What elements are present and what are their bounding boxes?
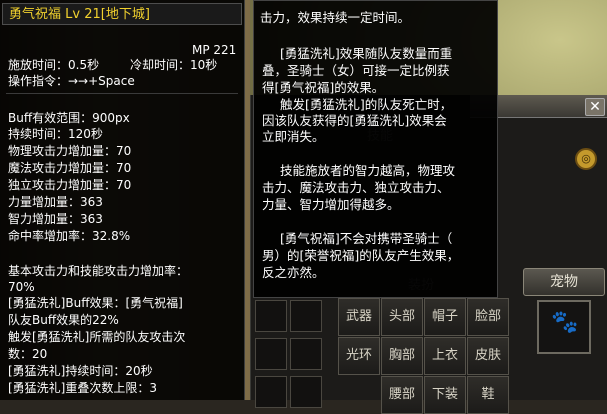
pet-slot[interactable]: 🐾 [537, 300, 591, 354]
stat-line: 智力增加量：363 [8, 212, 103, 226]
stat-line: 力量增加量：363 [8, 195, 103, 209]
extra-line: [勇猛洗礼]Buff效果：[勇气祝福] [8, 296, 183, 310]
paw-icon: 🐾 [551, 310, 579, 335]
tab-pet[interactable]: 宠物 [523, 268, 605, 296]
equip-slot[interactable] [255, 376, 287, 408]
skill-title: 勇气祝福 Lv 21[地下城] [9, 7, 150, 22]
stat-line: 独立攻击力增加量：70 [8, 178, 132, 192]
mp-cost: MP 221 [192, 43, 237, 57]
slot-face[interactable]: 脸部 [467, 298, 509, 336]
stat-line: 持续时间：120秒 [8, 127, 103, 141]
extra-line: 数：20 [8, 347, 48, 361]
slot-head[interactable]: 头部 [381, 298, 423, 336]
slot-hat[interactable]: 帽子 [424, 298, 466, 336]
slot-waist[interactable]: 腰部 [381, 376, 423, 414]
stat-line: Buff有效范围：900px [8, 111, 130, 125]
extra-line: 基本攻击力和技能攻击力增加率： [8, 264, 189, 278]
desc-line: 击力、魔法攻击力、独立攻击力、 [262, 180, 450, 195]
equip-slot[interactable] [290, 338, 322, 370]
desc-line: 立即消失。 [262, 129, 325, 144]
equip-slot[interactable] [290, 300, 322, 332]
extra-line: 触发[勇猛洗礼]所需的队友攻击次 [8, 330, 186, 344]
close-icon[interactable]: ✕ [585, 98, 605, 116]
desc-line: [勇猛洗礼]效果随队友数量而重 [280, 46, 453, 61]
stat-line: 命中率增加率：32.8% [8, 229, 131, 243]
desc-line: 得[勇气祝福]的效果。 [262, 80, 385, 95]
desc-line: [勇气祝福]不会对携带圣骑士（ [280, 231, 453, 246]
skill-description-tooltip: 击力，效果持续一定时间。 [勇猛洗礼]效果随队友数量而重 叠，圣骑士（女）可接一… [253, 0, 498, 298]
equip-slot[interactable] [255, 300, 287, 332]
skill-title-bar: 勇气祝福 Lv 21[地下城] [2, 3, 242, 25]
gear-icon[interactable]: ◎ [575, 148, 597, 170]
divider [6, 93, 238, 94]
slot-skin[interactable]: 皮肤 [467, 337, 509, 375]
skill-tooltip: 勇气祝福 Lv 21[地下城] MP 221 施放时间：0.5秒 冷却时间：10… [0, 0, 245, 400]
stat-line: 物理攻击力增加量：70 [8, 144, 132, 158]
slot-pants[interactable]: 下装 [424, 376, 466, 414]
desc-line: 反之亦然。 [262, 265, 325, 280]
desc-line: 击力，效果持续一定时间。 [260, 10, 411, 25]
extra-line: 队友Buff效果的22% [8, 313, 119, 327]
command: 操作指令：→→+Space [8, 74, 135, 88]
desc-line: 男）的[荣誉祝福]的队友产生效果， [262, 248, 460, 263]
slot-weapon[interactable]: 武器 [338, 298, 380, 336]
desc-line: 触发[勇猛洗礼]的队友死亡时， [280, 97, 453, 112]
slot-aura[interactable]: 光环 [338, 337, 380, 375]
cast-time: 施放时间：0.5秒 [8, 58, 100, 72]
desc-line: 因该队友获得的[勇猛洗礼]效果会 [262, 113, 447, 128]
stat-line: 魔法攻击力增加量：70 [8, 161, 132, 175]
extra-line: [勇猛洗礼]重叠次数上限：3 [8, 381, 157, 395]
desc-line: 技能施放者的智力越高，物理攻 [280, 163, 456, 178]
equip-slot[interactable] [255, 338, 287, 370]
extra-line: [勇猛洗礼]持续时间：20秒 [8, 364, 153, 378]
cooldown: 冷却时间：10秒 [130, 58, 218, 72]
desc-line: 力量、智力增加得越多。 [262, 197, 400, 212]
desc-line: 叠，圣骑士（女）可接一定比例获 [262, 63, 450, 78]
slot-chest[interactable]: 胸部 [381, 337, 423, 375]
extra-line: 70% [8, 280, 35, 294]
slot-top[interactable]: 上衣 [424, 337, 466, 375]
slot-shoes[interactable]: 鞋 [467, 376, 509, 414]
equip-slot[interactable] [290, 376, 322, 408]
